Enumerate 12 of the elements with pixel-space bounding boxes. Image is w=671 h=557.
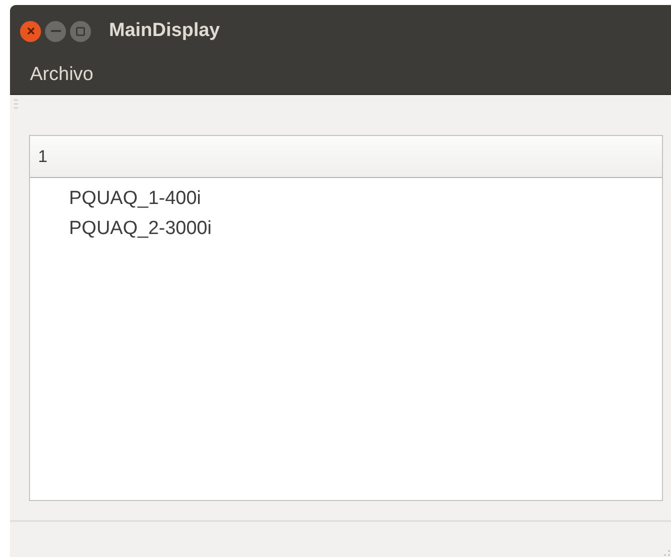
maximize-button[interactable] bbox=[70, 20, 91, 42]
column-header[interactable]: 1 bbox=[30, 136, 662, 177]
window-title: MainDisplay bbox=[109, 18, 220, 43]
resize-grip-icon[interactable] bbox=[663, 549, 671, 557]
maximize-icon bbox=[76, 26, 85, 36]
close-icon bbox=[26, 27, 34, 35]
tree-item[interactable]: PQUAQ_1-400i bbox=[30, 184, 662, 214]
minimize-icon bbox=[50, 30, 60, 32]
minimize-button[interactable] bbox=[45, 20, 66, 42]
close-button[interactable] bbox=[20, 20, 41, 42]
menu-item[interactable]: Archivo bbox=[22, 61, 102, 90]
tree-item[interactable]: PQUAQ_2-3000i bbox=[30, 214, 662, 244]
